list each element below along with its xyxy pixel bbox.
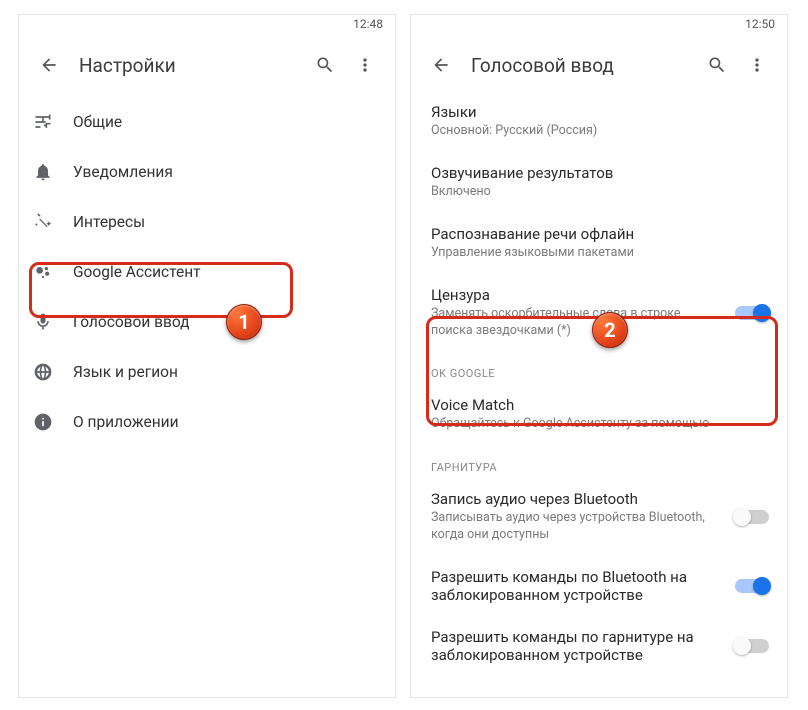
- toggle-bluetooth-audio[interactable]: [735, 510, 769, 524]
- status-bar: 12:50: [411, 15, 787, 39]
- setting-title: Запись аудио через Bluetooth: [431, 490, 767, 508]
- search-icon: [707, 55, 727, 75]
- annotation-badge-1: 1: [226, 304, 262, 340]
- phone-settings: 12:48 Настройки Общие Уведомления: [18, 14, 396, 698]
- page-title: Настройки: [69, 54, 305, 77]
- setting-bluetooth-locked[interactable]: Разрешить команды по Bluetooth на заблок…: [411, 556, 787, 616]
- setting-subtitle: Управление языковыми пакетами: [431, 245, 767, 262]
- globe-icon: [33, 362, 73, 382]
- setting-voice-match[interactable]: Voice Match Обращайтесь к Google Ассисте…: [411, 384, 787, 445]
- row-about[interactable]: О приложении: [19, 397, 395, 447]
- setting-title: Озвучивание результатов: [431, 164, 767, 182]
- setting-title: Распознавание речи офлайн: [431, 225, 767, 243]
- overflow-button[interactable]: [737, 45, 777, 85]
- search-button[interactable]: [305, 45, 345, 85]
- setting-headset-locked[interactable]: Разрешить команды по гарнитуре на заблок…: [411, 616, 787, 676]
- setting-subtitle: Записывать аудио через устройства Blueto…: [431, 510, 767, 544]
- back-button[interactable]: [29, 45, 69, 85]
- setting-title: Разрешить команды по гарнитуре на заблок…: [431, 628, 767, 664]
- row-label: Общие: [73, 113, 122, 131]
- settings-scroll[interactable]: Языки Основной: Русский (Россия) Озвучив…: [411, 91, 787, 676]
- overflow-button[interactable]: [345, 45, 385, 85]
- arrow-left-icon: [431, 55, 451, 75]
- setting-subtitle: Основной: Русский (Россия): [431, 123, 767, 140]
- app-bar: Настройки: [19, 39, 395, 91]
- setting-spoken-results[interactable]: Озвучивание результатов Включено: [411, 152, 787, 213]
- sliders-icon: [33, 112, 73, 132]
- row-assistant[interactable]: Google Ассистент: [19, 247, 395, 297]
- assistant-icon: [33, 262, 73, 282]
- section-ok-google: OK GOOGLE: [411, 351, 787, 384]
- arrow-left-icon: [39, 55, 59, 75]
- settings-list: Общие Уведомления Интересы Google Ассист…: [19, 91, 395, 447]
- search-icon: [315, 55, 335, 75]
- search-button[interactable]: [697, 45, 737, 85]
- back-button[interactable]: [421, 45, 461, 85]
- annotation-badge-2: 2: [592, 312, 628, 348]
- row-label: Язык и регион: [73, 363, 178, 381]
- setting-languages[interactable]: Языки Основной: Русский (Россия): [411, 91, 787, 152]
- app-bar: Голосовой ввод: [411, 39, 787, 91]
- setting-title: Voice Match: [431, 396, 767, 414]
- wand-icon: [33, 212, 73, 232]
- row-label: Голосовой ввод: [73, 313, 190, 331]
- status-bar: 12:48: [19, 15, 395, 39]
- mic-icon: [33, 312, 73, 332]
- row-general[interactable]: Общие: [19, 97, 395, 147]
- info-icon: [33, 412, 73, 432]
- section-headset: ГАРНИТУРА: [411, 445, 787, 478]
- row-notifications[interactable]: Уведомления: [19, 147, 395, 197]
- row-label: О приложении: [73, 413, 179, 431]
- toggle-bluetooth-locked[interactable]: [735, 579, 769, 593]
- row-label: Google Ассистент: [73, 263, 201, 281]
- more-vert-icon: [355, 55, 375, 75]
- phone-voice-input: 12:50 Голосовой ввод Языки Основной: Рус…: [410, 14, 788, 698]
- setting-subtitle: Обращайтесь к Google Ассистенту за помощ…: [431, 416, 767, 433]
- more-vert-icon: [747, 55, 767, 75]
- toggle-headset-locked[interactable]: [735, 639, 769, 653]
- setting-title: Цензура: [431, 286, 767, 304]
- setting-title: Разрешить команды по Bluetooth на заблок…: [431, 568, 767, 604]
- setting-bluetooth-audio[interactable]: Запись аудио через Bluetooth Записывать …: [411, 478, 787, 556]
- row-voice-input[interactable]: Голосовой ввод: [19, 297, 395, 347]
- clock: 12:50: [745, 17, 775, 31]
- setting-subtitle: Включено: [431, 184, 767, 201]
- page-title: Голосовой ввод: [461, 54, 697, 77]
- clock: 12:48: [353, 17, 383, 31]
- row-interests[interactable]: Интересы: [19, 197, 395, 247]
- row-label: Интересы: [73, 213, 145, 231]
- toggle-safesearch[interactable]: [735, 306, 769, 320]
- setting-title: Языки: [431, 103, 767, 121]
- row-language-region[interactable]: Язык и регион: [19, 347, 395, 397]
- bell-icon: [33, 162, 73, 182]
- row-label: Уведомления: [73, 163, 173, 181]
- setting-offline-speech[interactable]: Распознавание речи офлайн Управление язы…: [411, 213, 787, 274]
